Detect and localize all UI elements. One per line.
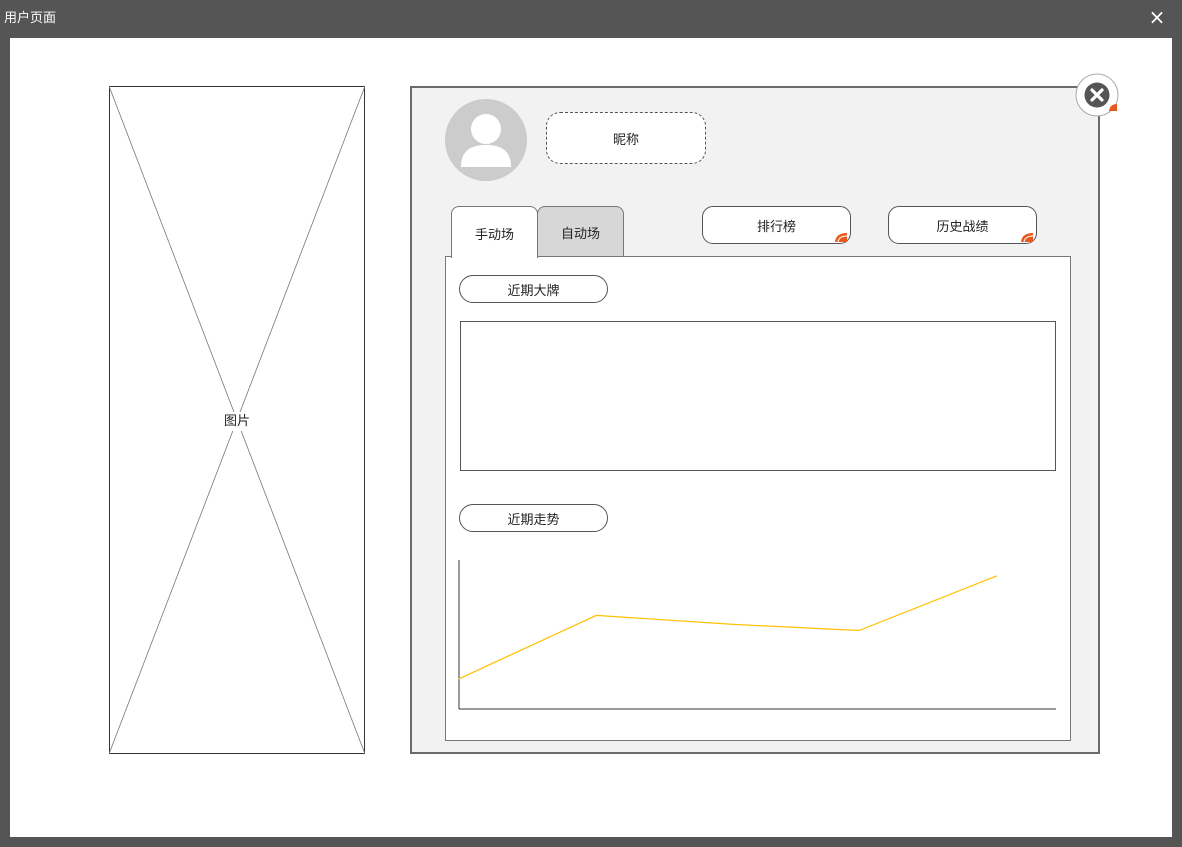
tab-auto-match[interactable]: 自动场 [537, 206, 624, 257]
app-window: 用户页面 × 图片 昵称 手动场 自动场 排行榜 历史战绩 近期大牌 近期走势 [0, 0, 1182, 847]
trend-chart [458, 560, 1056, 710]
recent-trend-label: 近期走势 [459, 504, 608, 532]
panel-close-button[interactable] [1075, 73, 1119, 117]
trend-point [733, 623, 735, 626]
trend-point [458, 678, 460, 680]
history-button[interactable]: 历史战绩 [888, 206, 1037, 244]
close-icon [1075, 73, 1119, 117]
window-close-button[interactable]: × [1146, 6, 1168, 28]
leaderboard-label: 排行榜 [756, 219, 796, 235]
recent-cards-box [460, 321, 1056, 471]
trend-series-line [458, 575, 997, 680]
nickname-field[interactable]: 昵称 [546, 112, 706, 164]
leaderboard-button[interactable]: 排行榜 [702, 206, 851, 244]
window-title: 用户页面 [4, 11, 57, 26]
user-avatar-icon [445, 99, 527, 181]
title-bar: 用户页面 × [0, 0, 1182, 38]
trend-point [995, 575, 997, 577]
trend-point [858, 629, 860, 632]
link-marker-icon [835, 233, 848, 242]
tab-manual-match[interactable]: 手动场 [451, 206, 538, 258]
link-marker-icon [1021, 233, 1034, 242]
image-placeholder-label: 图片 [221, 412, 252, 431]
trend-point [595, 614, 597, 616]
history-label: 历史战绩 [936, 219, 989, 235]
avatar[interactable] [445, 99, 527, 181]
image-placeholder: 图片 [109, 86, 365, 754]
recent-cards-label: 近期大牌 [459, 275, 608, 303]
